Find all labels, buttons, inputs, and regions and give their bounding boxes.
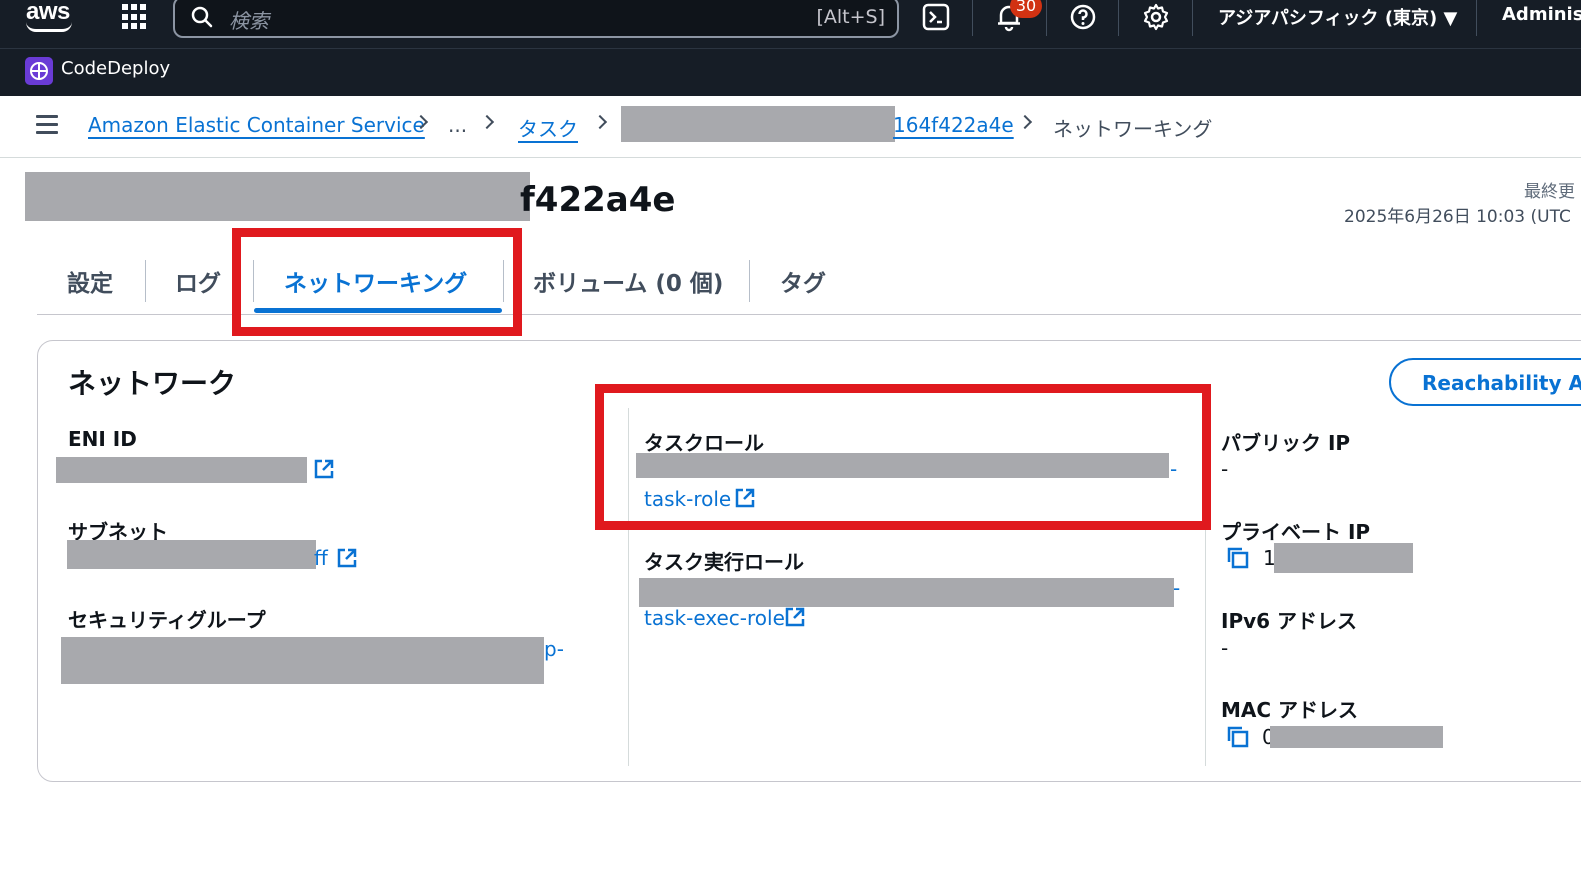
highlight-task-role <box>595 384 1211 530</box>
redacted-eni-id <box>56 457 307 483</box>
notification-badge: 30 <box>1010 0 1042 18</box>
breadcrumb-ellipsis[interactable]: ... <box>448 113 467 137</box>
gear-icon[interactable] <box>1141 2 1171 32</box>
top-navigation-bar: aws 検索 [Alt+S] 30 アジアパシフィック (東京) ▼ Admin… <box>0 0 1581 48</box>
breadcrumb-task-id[interactable]: 164f422a4e <box>893 113 1014 137</box>
eni-id-label: ENI ID <box>68 427 137 451</box>
external-link-icon[interactable] <box>336 547 358 569</box>
tab-volumes[interactable]: ボリューム (0 個) <box>533 264 723 298</box>
security-group-label: セキュリティグループ <box>68 608 266 632</box>
redacted-task-exec-role <box>639 578 1174 607</box>
breadcrumb-tasks[interactable]: タスク <box>518 113 578 142</box>
breadcrumb-current: ネットワーキング <box>1053 117 1213 141</box>
redacted-title <box>25 172 530 221</box>
private-ip-label: プライベート IP <box>1221 520 1371 544</box>
redacted-private-ip <box>1274 543 1413 573</box>
tab-divider <box>749 260 750 302</box>
public-ip-label: パブリック IP <box>1221 431 1351 455</box>
copy-icon[interactable] <box>1226 725 1250 749</box>
ipv6-value: - <box>1221 636 1229 660</box>
region-selector[interactable]: アジアパシフィック (東京) ▼ <box>1218 4 1457 30</box>
divider <box>1046 0 1047 36</box>
divider <box>972 0 973 36</box>
reachability-analyzer-button[interactable]: Reachability Ar <box>1389 358 1581 406</box>
redacted-subnet <box>67 540 316 569</box>
public-ip-value: - <box>1221 457 1229 481</box>
breadcrumb-ecs[interactable]: Amazon Elastic Container Service <box>88 113 425 137</box>
account-menu[interactable]: Adminis <box>1502 4 1581 25</box>
network-section-title: ネットワーク <box>68 367 237 400</box>
task-exec-role-link-continuation[interactable]: - <box>1173 576 1180 600</box>
last-updated-value: 2025年6月26日 10:03 (UTC <box>1344 207 1571 227</box>
tab-tags[interactable]: タグ <box>780 264 826 298</box>
divider <box>1476 0 1477 36</box>
search-shortcut-hint: [Alt+S] <box>816 6 885 28</box>
divider <box>1192 0 1193 36</box>
redacted-mac-address <box>1270 726 1443 748</box>
task-exec-role-link[interactable]: task-exec-role <box>644 606 785 630</box>
redacted-security-group <box>61 637 544 684</box>
cloudshell-icon[interactable] <box>921 2 951 32</box>
service-shortcut-bar <box>0 48 1581 96</box>
hamburger-icon[interactable] <box>36 115 58 134</box>
task-exec-role-label: タスク実行ロール <box>644 550 804 574</box>
divider <box>1118 0 1119 36</box>
page-title: f422a4e <box>520 180 676 220</box>
chevron-right-icon <box>479 114 495 130</box>
external-link-icon[interactable] <box>313 458 335 480</box>
tab-logs[interactable]: ログ <box>175 264 221 298</box>
codedeploy-shortcut[interactable]: CodeDeploy <box>61 58 170 79</box>
subnet-link[interactable]: ff <box>314 546 328 570</box>
tab-settings[interactable]: 設定 <box>67 264 113 298</box>
chevron-right-icon <box>592 114 608 130</box>
ipv6-label: IPv6 アドレス <box>1221 609 1358 633</box>
mac-address-label: MAC アドレス <box>1221 698 1359 722</box>
highlight-networking-tab <box>232 228 522 336</box>
search-placeholder: 検索 <box>229 9 269 33</box>
last-updated-label: 最終更 <box>1524 182 1575 202</box>
tab-divider <box>145 260 146 302</box>
security-group-link[interactable]: p- <box>544 637 564 661</box>
copy-icon[interactable] <box>1226 546 1250 570</box>
codedeploy-icon[interactable] <box>25 57 53 85</box>
external-link-icon[interactable] <box>784 606 806 628</box>
chevron-right-icon <box>1017 114 1033 130</box>
search-input[interactable]: 検索 [Alt+S] <box>173 0 899 38</box>
redacted-task-id <box>621 106 895 142</box>
help-icon[interactable] <box>1068 2 1098 32</box>
aws-logo-smile <box>26 22 72 32</box>
breadcrumb: Amazon Elastic Container Service ... タスク… <box>0 96 1581 158</box>
grid-icon[interactable] <box>122 4 148 30</box>
search-icon <box>191 6 213 28</box>
